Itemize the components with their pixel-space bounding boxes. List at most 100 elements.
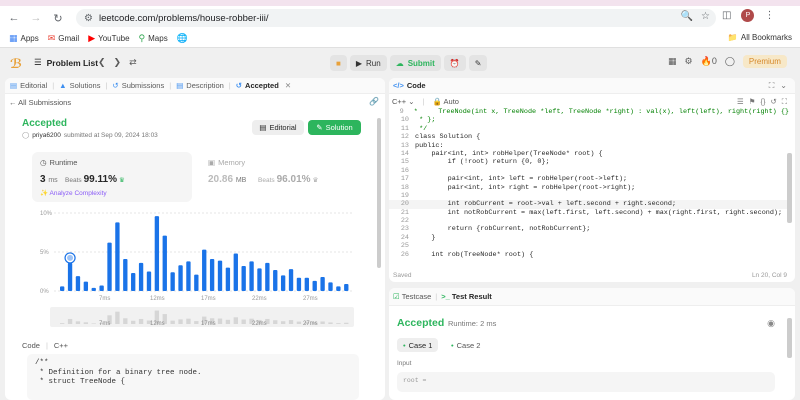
run-button[interactable]: ▶ Run [349, 55, 387, 71]
username[interactable]: priya6200 [32, 132, 61, 139]
settings-gear-icon[interactable]: ⚙ [685, 56, 693, 67]
all-submissions-link[interactable]: ← All Submissions [9, 98, 71, 107]
code-line[interactable]: 21 int notRobCurrent = max(left.first, l… [389, 209, 789, 217]
chart-bar[interactable] [83, 281, 89, 291]
chevron-down-icon[interactable]: ⌄ [780, 81, 787, 91]
bookmark-icon[interactable]: ⚑ [749, 97, 756, 107]
maximize-icon[interactable]: ⛶ [769, 81, 775, 91]
next-problem-icon[interactable]: ❯ [114, 57, 122, 68]
reload-icon[interactable]: ↻ [50, 10, 66, 26]
submit-button[interactable]: ☁ Submit [389, 55, 441, 71]
code-line[interactable]: 19 [389, 192, 789, 200]
chart-bar[interactable] [209, 259, 215, 291]
code-line[interactable]: 9 * TreeNode(int x, TreeNode *left, Tree… [389, 108, 789, 116]
chart-bar[interactable] [336, 286, 341, 291]
chart-bar[interactable] [241, 266, 246, 291]
site-info-icon[interactable]: ⚙ [84, 13, 93, 24]
debug-button[interactable]: ■ [330, 55, 347, 71]
code-lines[interactable]: 9 * TreeNode(int x, TreeNode *left, Tree… [389, 108, 789, 259]
tab-submissions[interactable]: ↺ Submissions [107, 81, 169, 90]
chart-bar[interactable] [186, 261, 191, 291]
chart-bar[interactable] [257, 268, 262, 291]
case-2-tab[interactable]: • Case 2 [445, 338, 486, 352]
runtime-card[interactable]: ◷ Runtime 3 ms Beats 99.11% ♛ ✨ Analyze Com… [32, 152, 192, 202]
language-select[interactable]: C++ ⌄ [392, 97, 415, 106]
all-bookmarks[interactable]: 📁 All Bookmarks [728, 33, 792, 42]
chart-bar[interactable] [280, 275, 286, 291]
zoom-icon[interactable]: 🔍 [681, 11, 693, 22]
result-scrollbar[interactable] [787, 318, 792, 358]
notes-button[interactable]: ✎ [468, 55, 488, 71]
code-line[interactable]: 16 [389, 167, 789, 175]
fullscreen-icon[interactable]: ⛶ [782, 97, 787, 107]
chart-bar[interactable] [131, 273, 136, 291]
code-line[interactable]: 20 int robCurrent = root->val + left.sec… [389, 200, 789, 209]
auto-mode-toggle[interactable]: 🔒 Auto [433, 97, 459, 106]
left-scrollbar[interactable] [377, 118, 381, 268]
reset-icon[interactable]: ↺ [770, 97, 776, 107]
chart-bar[interactable] [312, 280, 317, 291]
braces-icon[interactable]: {} [760, 97, 765, 107]
code-line[interactable]: 25 [389, 242, 789, 250]
code-line[interactable]: 23 return {robCurrent, notRobCurrent}; [389, 225, 789, 233]
chart-bar[interactable] [217, 260, 223, 291]
code-line[interactable]: 15 if (!root) return {0, 0}; [389, 158, 789, 166]
chart-bar[interactable] [146, 271, 152, 292]
chart-bar[interactable] [233, 253, 238, 291]
code-line[interactable]: 22 [389, 217, 789, 225]
url-text[interactable]: leetcode.com/problems/house-robber-iii/ [99, 13, 269, 24]
chart-bar[interactable] [304, 277, 309, 291]
code-line[interactable]: 14 pair<int, int> robHelper(TreeNode* ro… [389, 150, 789, 158]
tab-editorial[interactable]: ▤ Editorial [5, 81, 52, 90]
chart-bar[interactable] [123, 259, 128, 291]
tab-description[interactable]: ▤ Description [171, 81, 229, 90]
chart-bar[interactable] [115, 222, 120, 291]
chart-bar[interactable] [194, 274, 199, 291]
case-1-tab[interactable]: • Case 1 [397, 338, 439, 352]
code-line[interactable]: 10 * }; [389, 116, 789, 124]
tab-testcase[interactable]: ☑ Testcase [393, 292, 431, 301]
analyze-complexity-link[interactable]: ✨ Analyze Complexity [40, 189, 107, 197]
leetcode-logo-icon[interactable]: ℬ [10, 56, 24, 71]
problem-list-button[interactable]: ☰ Problem List [34, 57, 98, 68]
chart-bar[interactable] [288, 269, 294, 291]
chart-bar[interactable] [60, 286, 65, 291]
chart-bar[interactable] [249, 261, 254, 291]
chart-bar[interactable] [225, 267, 231, 291]
chart-bar[interactable] [296, 277, 302, 291]
code-scrollbar[interactable] [787, 153, 792, 223]
menu-icon[interactable]: ⋮ [764, 10, 774, 21]
share-link-icon[interactable]: 🔗 [369, 97, 379, 106]
chart-bar[interactable] [320, 276, 325, 291]
code-line[interactable]: 24 } [389, 234, 789, 242]
chart-bar[interactable] [154, 216, 160, 291]
timer-button[interactable]: ⏰ [443, 55, 466, 71]
format-icon[interactable]: ☰ [737, 97, 744, 107]
eye-icon[interactable]: ◉ [767, 318, 775, 329]
extensions-icon[interactable]: ◫ [722, 10, 731, 21]
code-line[interactable]: 12 class Solution { [389, 133, 789, 141]
chart-bar[interactable] [170, 272, 175, 291]
chart-bar[interactable] [162, 235, 167, 291]
solution-button[interactable]: ✎ Solution [308, 120, 361, 135]
chart-bar[interactable] [138, 262, 144, 291]
chart-bar[interactable] [107, 242, 112, 291]
chart-bar[interactable] [75, 276, 81, 291]
tab-accepted[interactable]: ↺ Accepted ✕ [231, 81, 296, 90]
address-bar[interactable]: ⚙ leetcode.com/problems/house-robber-iii… [76, 9, 716, 27]
user-avatar-icon[interactable]: ◯ [725, 56, 735, 67]
editorial-button[interactable]: ▤ Editorial [252, 120, 304, 135]
close-tab-icon[interactable]: ✕ [285, 81, 291, 90]
chart-bar[interactable] [99, 285, 104, 291]
code-line[interactable]: 17 pair<int, int> left = robHelper(root-… [389, 175, 789, 183]
code-line[interactable]: 18 pair<int, int> right = robHelper(root… [389, 184, 789, 192]
streak-fire[interactable]: 🔥0 [701, 56, 717, 67]
bookmark-star-icon[interactable]: ☆ [701, 11, 710, 22]
code-line[interactable]: 26 int rob(TreeNode* root) { [389, 251, 789, 259]
runtime-distribution-chart[interactable]: 10% 5% 0% 7ms 12ms 17ms 22ms 27ms 7ms 12ms 17ms 22m… [32, 203, 362, 333]
chart-bar[interactable] [91, 287, 96, 291]
chart-bar[interactable] [67, 262, 73, 291]
tab-solutions[interactable]: ▲ Solutions [54, 81, 105, 90]
prev-problem-icon[interactable]: ❮ [98, 57, 106, 68]
chart-bar[interactable] [202, 249, 207, 291]
